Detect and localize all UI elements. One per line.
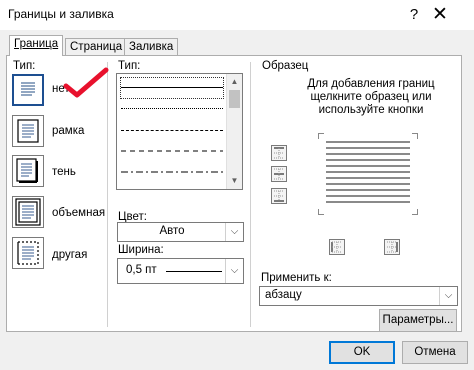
setting-3d-icon xyxy=(15,198,41,226)
line-style-solid[interactable] xyxy=(121,87,223,88)
line-style-list[interactable]: ▲ ▼ xyxy=(116,73,243,190)
setting-shadow-button[interactable] xyxy=(12,155,44,187)
preview-text-line xyxy=(326,147,410,149)
tab-shading[interactable]: Заливка xyxy=(124,38,179,55)
preview-text-line xyxy=(326,159,410,161)
preview-text-line xyxy=(326,183,410,185)
corner-mark xyxy=(318,133,324,139)
scroll-up-icon[interactable]: ▲ xyxy=(227,75,242,89)
corner-mark xyxy=(412,133,418,139)
chevron-down-icon: ⌵ xyxy=(225,223,243,241)
scroll-down-icon[interactable]: ▼ xyxy=(227,174,242,188)
setting-shadow-icon xyxy=(16,158,38,183)
ok-button[interactable]: OK xyxy=(329,341,395,364)
preview-text-line xyxy=(326,201,410,203)
border-left-icon xyxy=(331,241,342,253)
preview-text-line xyxy=(326,165,410,167)
color-value: Авто xyxy=(159,225,185,237)
left-border-button[interactable] xyxy=(329,239,345,255)
preview-text-line xyxy=(326,189,410,191)
line-style-dashed[interactable] xyxy=(121,150,223,154)
setting-custom-icon xyxy=(17,241,39,265)
setting-3d-label: объемная xyxy=(52,207,106,219)
checkmark-icon xyxy=(63,67,109,98)
preview-label: Образец xyxy=(262,60,309,72)
options-button[interactable]: Параметры... xyxy=(379,309,457,332)
line-style-dash-dot[interactable] xyxy=(121,171,223,175)
apply-to-label: Применить к: xyxy=(261,272,332,284)
tab-border[interactable]: Граница xyxy=(9,35,64,56)
cancel-button[interactable]: Отмена xyxy=(402,341,468,364)
width-dropdown[interactable]: 0,5 пт ⌵ xyxy=(117,258,244,284)
right-border-button[interactable] xyxy=(384,239,400,255)
setting-3d-button[interactable] xyxy=(12,196,44,228)
divider xyxy=(250,62,251,327)
corner-mark xyxy=(412,209,418,215)
apply-to-dropdown[interactable]: абзацу ⌵ xyxy=(259,286,458,306)
line-style-dashed-small[interactable] xyxy=(121,130,223,131)
color-dropdown[interactable]: Авто ⌵ xyxy=(117,222,244,242)
corner-mark xyxy=(318,209,324,215)
preview-instruction: Для добавления границ щелкните образец и… xyxy=(307,78,435,116)
border-bottom-icon xyxy=(274,190,284,202)
preview-text-line xyxy=(326,195,410,197)
bottom-border-button[interactable] xyxy=(271,188,287,204)
tab-page[interactable]: Страница xyxy=(65,38,128,55)
preview-text-line xyxy=(326,141,410,143)
setting-none-icon xyxy=(21,82,35,96)
tab-shading-label: Заливка xyxy=(129,41,174,53)
inside-horizontal-border-button[interactable] xyxy=(271,166,287,182)
preview-area[interactable] xyxy=(318,133,418,215)
line-style-dotted[interactable] xyxy=(121,108,223,109)
width-value: 0,5 пт xyxy=(126,264,157,276)
setting-box-button[interactable] xyxy=(12,115,44,147)
line-style-selected xyxy=(120,77,224,99)
setting-label: Тип: xyxy=(13,60,36,72)
close-button[interactable]: ✕ xyxy=(428,3,452,27)
window-title: Границы и заливка xyxy=(8,7,114,21)
width-label: Ширина: xyxy=(118,244,164,256)
setting-shadow-label: тень xyxy=(52,166,76,178)
setting-custom-label: другая xyxy=(52,249,88,261)
preview-text-line xyxy=(326,153,410,155)
line-style-scrollbar[interactable]: ▲ ▼ xyxy=(226,74,242,189)
border-right-icon xyxy=(387,241,398,253)
divider xyxy=(107,62,108,327)
preview-text-line xyxy=(326,177,410,179)
chevron-down-icon: ⌵ xyxy=(439,287,457,305)
chevron-down-icon: ⌵ xyxy=(225,259,243,283)
setting-box-icon xyxy=(17,119,39,143)
setting-box-label: рамка xyxy=(52,125,85,137)
tab-page-label: Страница xyxy=(70,41,123,53)
preview-text-line xyxy=(326,171,410,173)
setting-none-button[interactable] xyxy=(12,74,44,106)
border-top-icon xyxy=(274,147,284,159)
border-inside-horizontal-icon xyxy=(274,168,284,180)
scroll-thumb[interactable] xyxy=(229,90,240,108)
width-line-sample xyxy=(166,271,222,272)
help-button[interactable]: ? xyxy=(404,4,424,26)
apply-to-value: абзацу xyxy=(265,289,302,301)
top-border-button[interactable] xyxy=(271,145,287,161)
tab-border-label: Граница xyxy=(14,38,59,50)
setting-custom-button[interactable] xyxy=(12,237,44,269)
style-label: Тип: xyxy=(118,60,141,72)
